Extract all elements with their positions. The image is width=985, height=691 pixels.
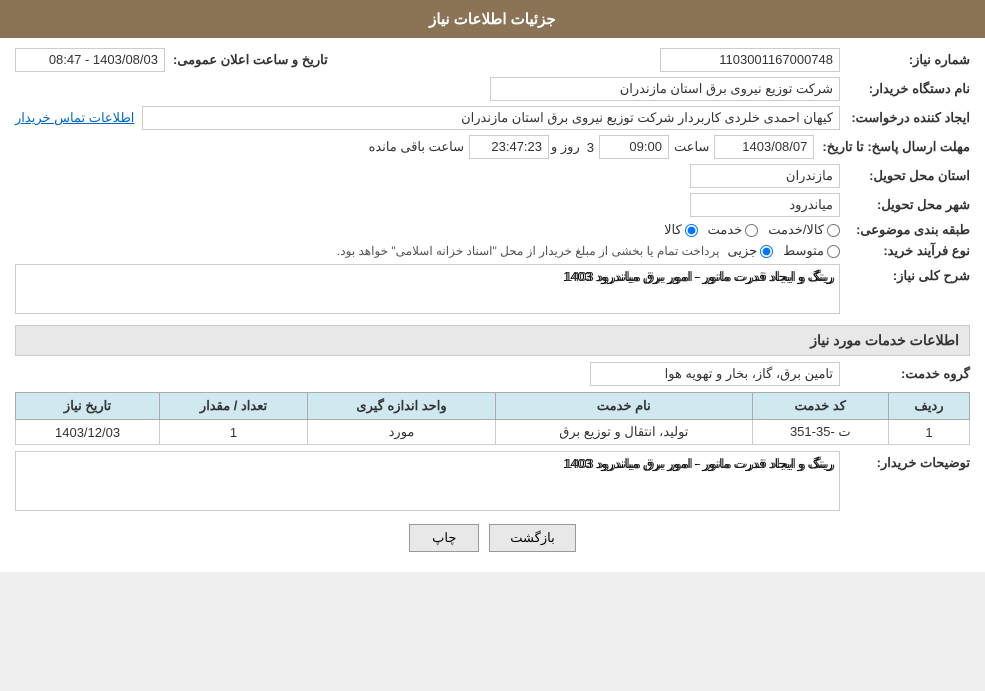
contact-link[interactable]: اطلاعات تماس خریدار [15,110,134,126]
remaining-time: 23:47:23 [469,135,549,159]
category-radio-group: کالا/خدمت خدمت کالا [664,222,840,238]
row-purchase-type: نوع فرآیند خرید: متوسط جزیی پرداخت تمام … [15,243,970,259]
label-jozyi: جزیی [727,243,757,259]
radio-kala[interactable] [685,224,698,237]
purchase-type-note: پرداخت تمام یا بخشی از مبلغ خریدار از مح… [329,244,728,258]
response-time: 09:00 [599,135,669,159]
response-deadline-label: مهلت ارسال پاسخ: تا تاریخ: [814,139,970,155]
print-button[interactable]: چاپ [409,524,479,552]
label-kala: کالا [664,222,682,238]
col-unit: واحد اندازه گیری [307,393,495,420]
cell-quantity: 1 [160,420,308,445]
radio-jozyi[interactable] [760,245,773,258]
category-option-kala[interactable]: کالا [664,222,698,238]
row-need-description: شرح کلی نیاز: رینگ و ایجاد قدرت مانور - … [15,264,970,317]
need-number-label: شماره نیاز: [840,52,970,68]
services-section-header: اطلاعات خدمات مورد نیاز [15,325,970,356]
need-description-label: شرح کلی نیاز: [840,264,970,284]
col-quantity: تعداد / مقدار [160,393,308,420]
page-title: جزئیات اطلاعات نیاز [429,11,556,28]
remaining-suffix: ساعت باقی مانده [364,139,469,155]
cell-date: 1403/12/03 [16,420,160,445]
buyer-org-value: شرکت توزیع نیروی برق استان مازندران [490,77,840,101]
row-category: طبقه بندی موضوعی: کالا/خدمت خدمت کالا [15,222,970,238]
row-requester: ایجاد کننده درخواست: کیهان احمدی خلردی ک… [15,106,970,130]
button-row: بازگشت چاپ [15,524,970,552]
main-content: شماره نیاز: 1103001167000748 تاریخ و ساع… [0,38,985,572]
col-name: نام خدمت [496,393,753,420]
cell-row: 1 [888,420,969,445]
row-service-group: گروه خدمت: تامین برق، گاز، بخار و تهویه … [15,362,970,386]
row-deadline: مهلت ارسال پاسخ: تا تاریخ: 1403/08/07 سا… [15,135,970,159]
row-buyer-description: توضیحات خریدار: رینگ و ایجاد قدرت مانور … [15,451,970,514]
need-description-textarea[interactable] [15,264,840,314]
remaining-days-label: روز و [549,139,582,155]
service-group-value: تامین برق، گاز، بخار و تهویه هوا [590,362,840,386]
category-option-khedmat[interactable]: خدمت [708,222,759,238]
buyer-description-textarea[interactable] [15,451,840,511]
services-table: ردیف کد خدمت نام خدمت واحد اندازه گیری ت… [15,392,970,445]
label-motavaset: متوسط [783,243,824,259]
requester-label: ایجاد کننده درخواست: [840,110,970,126]
response-date: 1403/08/07 [714,135,814,159]
col-date: تاریخ نیاز [16,393,160,420]
buyer-description-label: توضیحات خریدار: [840,451,970,471]
service-group-label: گروه خدمت: [840,366,970,382]
cell-unit: مورد [307,420,495,445]
page-wrapper: جزئیات اطلاعات نیاز شماره نیاز: 11030011… [0,0,985,572]
cell-code: ت -35-351 [752,420,888,445]
cell-name: تولید، انتقال و توزیع برق [496,420,753,445]
radio-motavaset[interactable] [827,245,840,258]
row-buyer-org: نام دستگاه خریدار: شرکت توزیع نیروی برق … [15,77,970,101]
response-time-label: ساعت [669,139,714,155]
requester-value: کیهان احمدی خلردی کاربردار شرکت توزیع نی… [142,106,840,130]
radio-khedmat[interactable] [745,224,758,237]
category-label: طبقه بندی موضوعی: [840,222,970,238]
purchase-type-label: نوع فرآیند خرید: [840,243,970,259]
page-header: جزئیات اطلاعات نیاز [0,0,985,38]
label-kala-khedmat: کالا/خدمت [768,222,824,238]
back-button[interactable]: بازگشت [489,524,575,552]
announcement-date-label: تاریخ و ساعت اعلان عمومی: [165,52,328,68]
row-need-number: شماره نیاز: 1103001167000748 تاریخ و ساع… [15,48,970,72]
radio-kala-khedmat[interactable] [827,224,840,237]
table-row: 1ت -35-351تولید، انتقال و توزیع برقمورد1… [16,420,970,445]
buyer-org-label: نام دستگاه خریدار: [840,81,970,97]
remaining-days: 3 [582,140,599,155]
row-city: شهر محل تحویل: میاندرود [15,193,970,217]
city-label: شهر محل تحویل: [840,197,970,213]
province-value: مازندران [690,164,840,188]
category-option-kala-khedmat[interactable]: کالا/خدمت [768,222,840,238]
label-khedmat: خدمت [708,222,743,238]
purchase-type-option-motavaset[interactable]: متوسط [783,243,840,259]
col-code: کد خدمت [752,393,888,420]
province-label: استان محل تحویل: [840,168,970,184]
need-number-value: 1103001167000748 [660,48,840,72]
city-value: میاندرود [690,193,840,217]
purchase-type-option-jozyi[interactable]: جزیی [727,243,773,259]
col-row: ردیف [888,393,969,420]
announcement-date-value: 1403/08/03 - 08:47 [15,48,165,72]
row-province: استان محل تحویل: مازندران [15,164,970,188]
purchase-type-radio-group: متوسط جزیی [727,243,840,259]
